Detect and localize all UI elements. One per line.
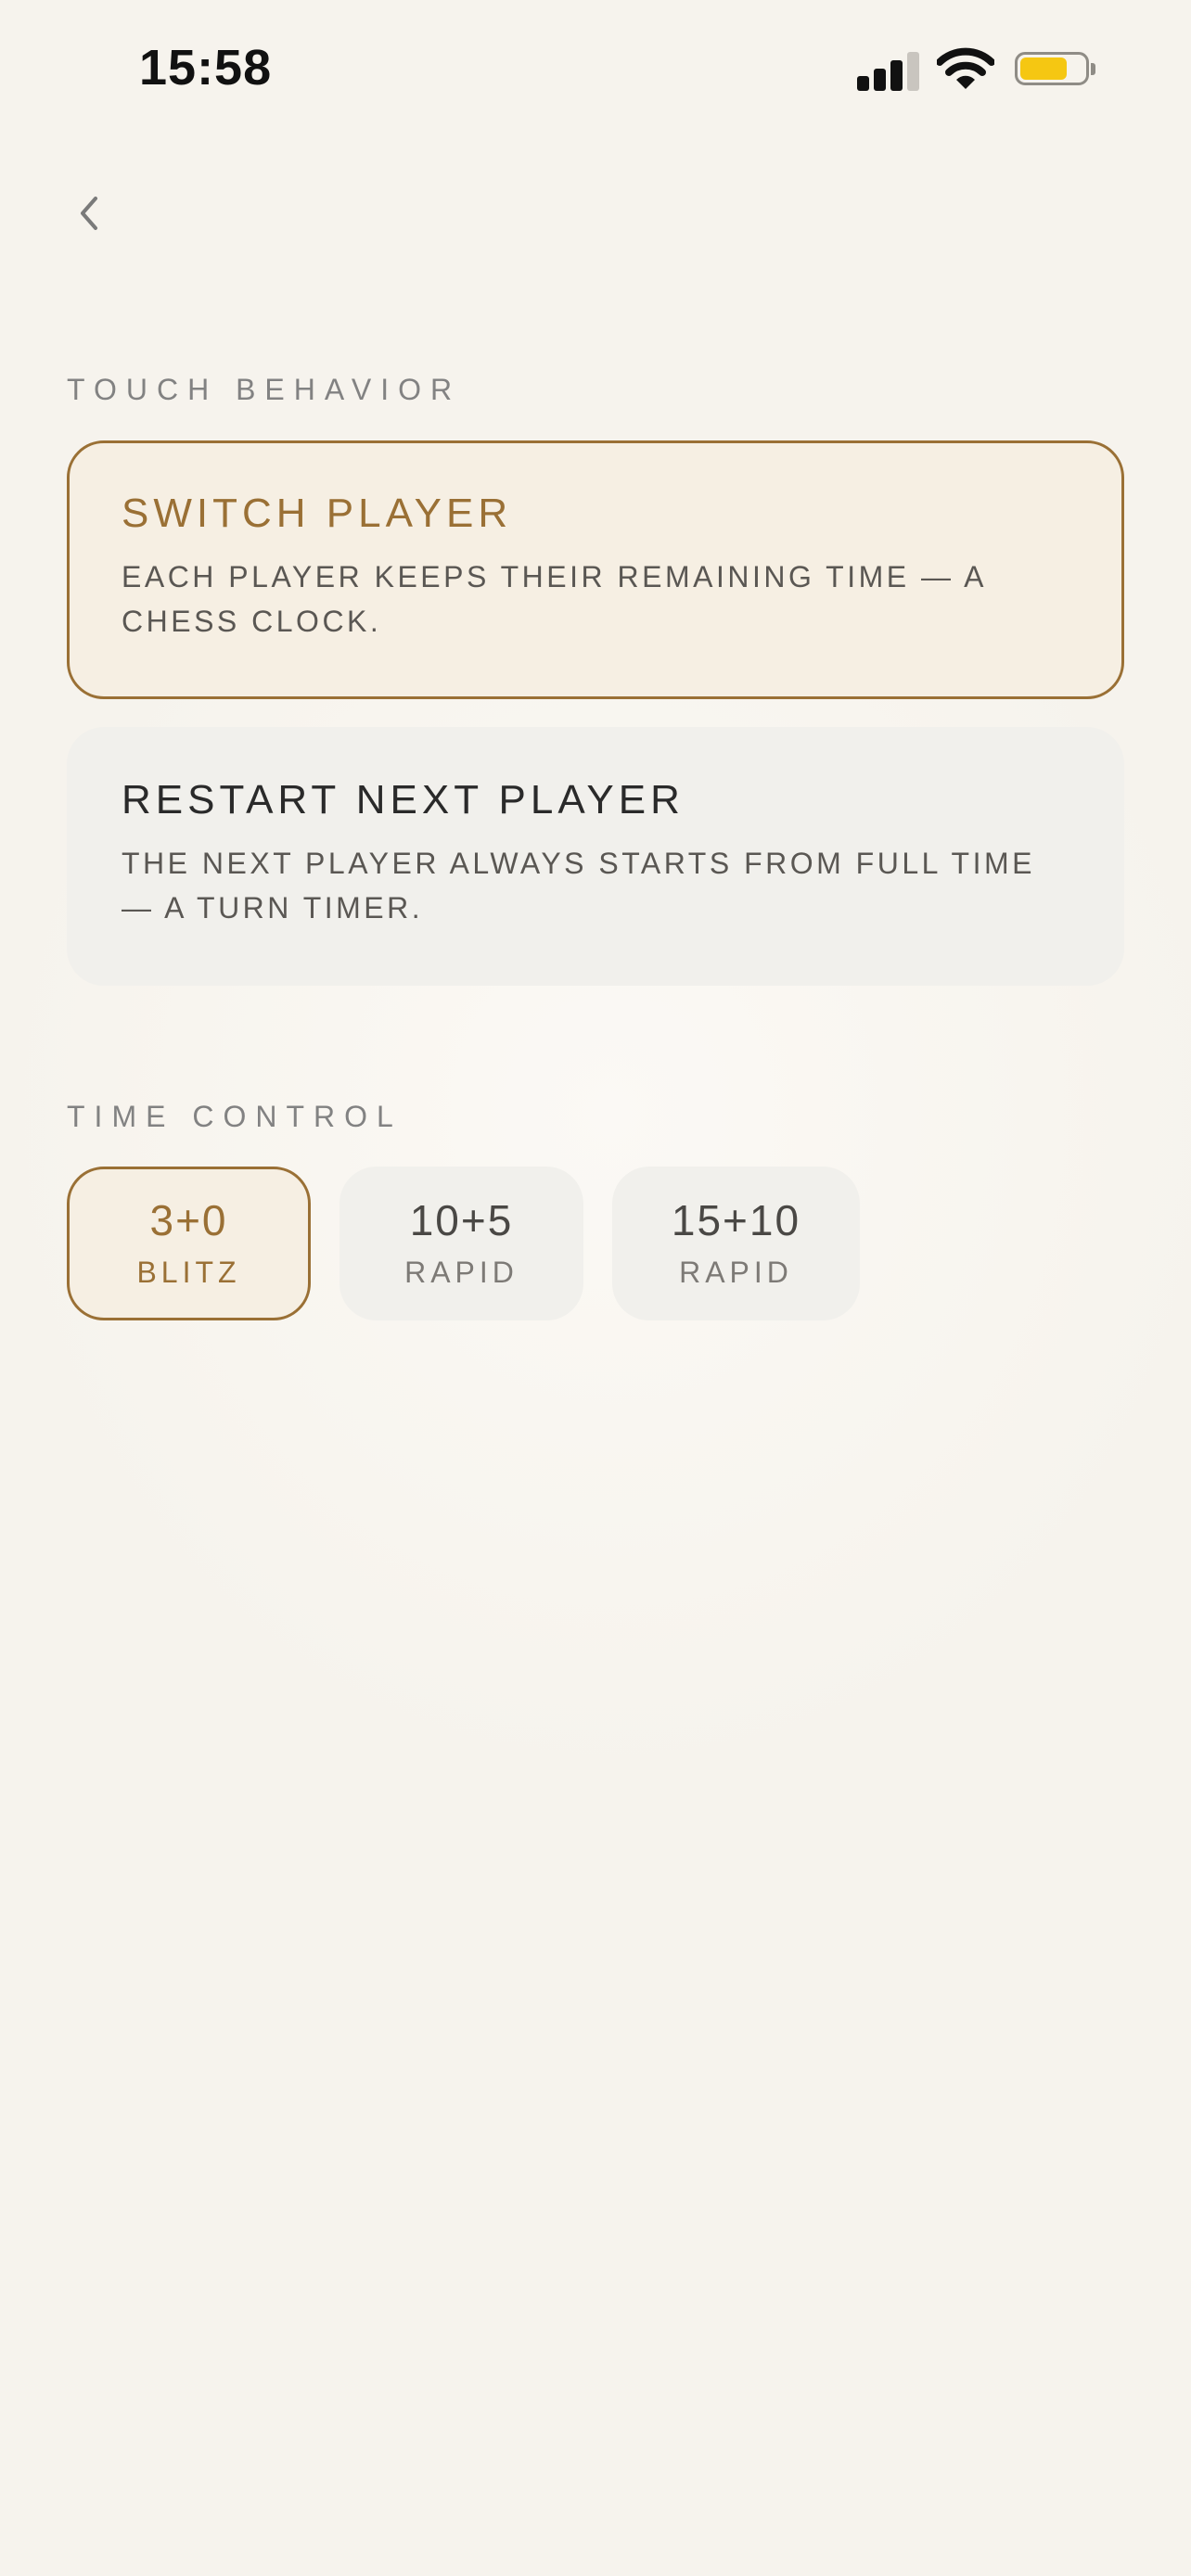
status-bar-time: 15:58 (139, 40, 273, 96)
restart-next-player-option[interactable]: RESTART NEXT PLAYER THE NEXT PLAYER ALWA… (67, 727, 1124, 986)
chip-value: 10+5 (409, 1196, 514, 1244)
chevron-left-icon (77, 193, 101, 238)
time-control-10-5-chip[interactable]: 10+5 RAPID (339, 1167, 583, 1320)
option-title: RESTART NEXT PLAYER (122, 777, 685, 823)
cellular-signal-icon (857, 52, 920, 91)
wifi-icon (936, 46, 995, 91)
option-description: THE NEXT PLAYER ALWAYS STARTS FROM FULL … (122, 847, 1035, 925)
chip-value: 15+10 (671, 1196, 801, 1244)
touch-behavior-heading: TOUCH BEHAVIOR (67, 373, 462, 406)
time-control-heading: TIME CONTROL (67, 1100, 403, 1133)
chip-value: 3+0 (149, 1196, 228, 1244)
chip-label: RAPID (679, 1255, 793, 1289)
chip-label: RAPID (404, 1255, 519, 1289)
time-control-3-0-chip[interactable]: 3+0 BLITZ (67, 1167, 311, 1320)
time-control-15-10-chip[interactable]: 15+10 RAPID (612, 1167, 860, 1320)
option-description: EACH PLAYER KEEPS THEIR REMAINING TIME —… (122, 560, 986, 639)
chip-label: BLITZ (136, 1255, 241, 1289)
option-title: SWITCH PLAYER (122, 491, 513, 536)
back-button[interactable] (61, 182, 117, 249)
switch-player-option[interactable]: SWITCH PLAYER EACH PLAYER KEEPS THEIR RE… (67, 440, 1124, 699)
battery-icon (1015, 52, 1098, 89)
